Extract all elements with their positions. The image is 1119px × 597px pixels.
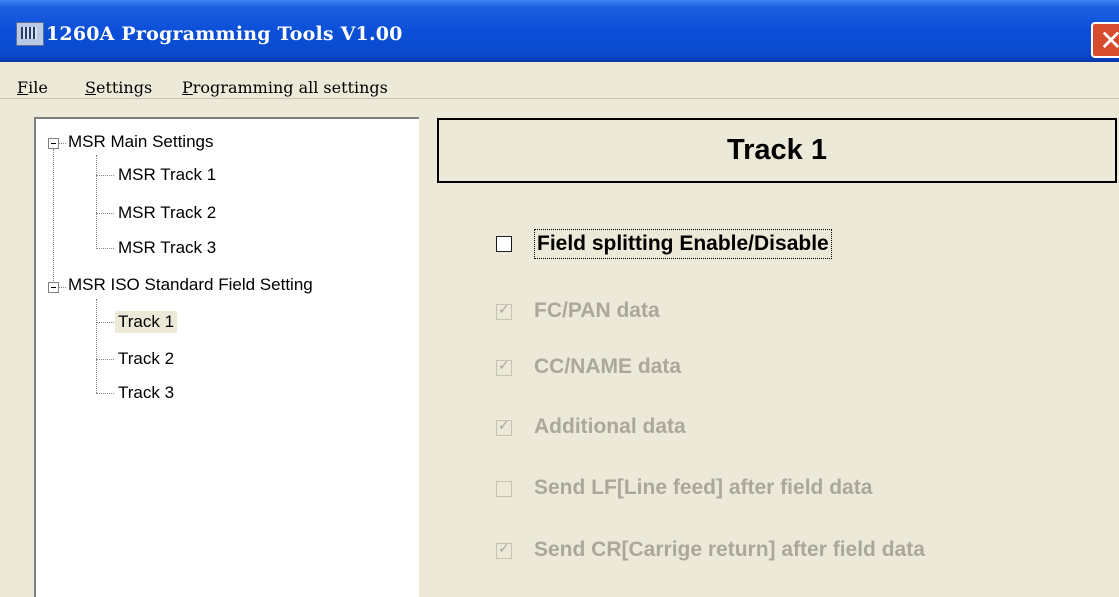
- checkbox-box[interactable]: ✓: [496, 418, 512, 436]
- checkbox-box[interactable]: ✓: [496, 358, 512, 376]
- tree-item-msr-track-2[interactable]: MSR Track 2: [118, 202, 216, 224]
- menu-programming-all-settings[interactable]: Programming all settings: [182, 78, 388, 97]
- tree-item-track-2[interactable]: Track 2: [118, 348, 174, 370]
- tree-group-msr-iso-standard-field-setting[interactable]: MSR ISO Standard Field Setting: [68, 274, 313, 296]
- window-title: 1260A Programming Tools V1.00: [46, 23, 403, 45]
- check-mark-icon: ✓: [498, 541, 510, 557]
- tree-item-track-1[interactable]: Track 1: [115, 311, 178, 333]
- menu-settings[interactable]: Settings: [85, 78, 152, 97]
- track-header: Track 1: [437, 118, 1117, 183]
- collapse-icon[interactable]: [48, 138, 59, 149]
- tree-item-track-3[interactable]: Track 3: [118, 382, 174, 404]
- tree-item-msr-track-3[interactable]: MSR Track 3: [118, 237, 216, 259]
- check-mark-icon: ✓: [498, 418, 510, 434]
- fc-pan-data-label[interactable]: FC/PAN data: [534, 297, 660, 325]
- tree-group-msr-main-settings[interactable]: MSR Main Settings: [68, 131, 214, 153]
- title-bar[interactable]: 1260A Programming Tools V1.00 ✕: [0, 0, 1119, 62]
- menu-bar: File Settings Programming all settings: [0, 62, 1119, 99]
- collapse-icon[interactable]: [48, 282, 59, 293]
- send-lf-label[interactable]: Send LF[Line feed] after field data: [534, 474, 872, 502]
- app-icon[interactable]: [16, 22, 44, 46]
- close-button[interactable]: ✕: [1091, 22, 1119, 58]
- additional-data-label[interactable]: Additional data: [534, 413, 686, 441]
- field-splitting-label[interactable]: Field splitting Enable/Disable: [534, 229, 832, 259]
- close-icon: ✕: [1099, 24, 1119, 57]
- menu-file[interactable]: File: [17, 78, 48, 97]
- checkbox-box[interactable]: [496, 481, 512, 497]
- check-mark-icon: ✓: [498, 358, 510, 374]
- tree-item-msr-track-1[interactable]: MSR Track 1: [118, 164, 216, 186]
- settings-tree[interactable]: MSR Main Settings MSR Track 1 MSR Track …: [34, 117, 419, 597]
- cc-name-data-label[interactable]: CC/NAME data: [534, 353, 681, 381]
- send-cr-label[interactable]: Send CR[Carrige return] after field data: [534, 536, 925, 564]
- check-mark-icon: ✓: [498, 302, 510, 318]
- checkbox-box[interactable]: [496, 236, 512, 252]
- checkbox-box[interactable]: ✓: [496, 541, 512, 559]
- checkbox-box[interactable]: ✓: [496, 302, 512, 320]
